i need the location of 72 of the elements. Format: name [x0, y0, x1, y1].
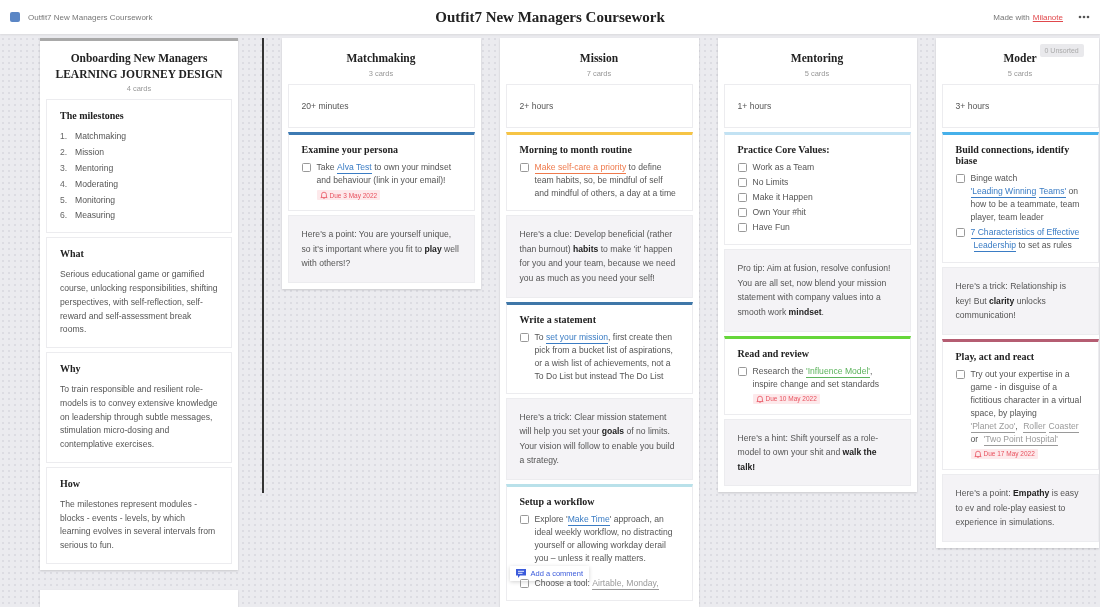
card-title: Examine your persona — [301, 144, 399, 156]
list-item: Monitoring — [75, 193, 116, 207]
task-text: Explore 'Make Time' approach, an ideal weekly workflow, no distracting yourself or allowing workday derail you – unless it really matters. — [534, 513, 674, 565]
list-item: Mentoring — [75, 161, 114, 175]
card-title: Why — [60, 363, 82, 375]
made-with-text: Made with — [993, 12, 1030, 22]
card-title: The milestones — [60, 110, 125, 122]
duration-text: 2+ hours — [519, 99, 555, 113]
card-text: To train responsible and resilient role-models is to convey extensive knowledge on leadership through subtle messages, stimulation micro-dosing and contemplative exercises. — [60, 383, 218, 452]
link[interactable]: Make self-care a priority — [534, 162, 627, 175]
column-title: Matchmaking — [345, 51, 417, 67]
task-text: No Limits — [752, 176, 789, 190]
card-text: The milestones represent modules - blocks - events - levels, by which learning evolves in several intervals from serious to fun. — [60, 497, 217, 553]
task-text: Research the 'Influence Model', inspire change and set standards — [752, 364, 881, 391]
card-title: What — [60, 248, 85, 260]
task-text: Take Alva Test to own your mindset and behaviour (link in your email)! — [316, 161, 453, 188]
link[interactable]: 'Leading Winning — [970, 186, 1037, 199]
column-title: Mission — [578, 51, 620, 66]
list-item: Matchmaking — [75, 130, 127, 143]
list-item: Moderating — [75, 177, 118, 191]
task-text: Try out your expertise in a game - in disguise of a fictitious character in a virtual space, by playing 'Planet Zoo', Roller Coaster or 'Two Point Hospital' — [970, 367, 1083, 446]
task-text: Own Your #hit — [752, 206, 806, 220]
column-title: Mentoring — [789, 51, 845, 67]
note-text: Here's a point: Empathy is easy to ev and role-play easiest to experience in simulations. — [955, 486, 1080, 530]
link[interactable]: Alva Test — [337, 162, 372, 175]
column-title: Moder — [1002, 51, 1038, 66]
link[interactable]: Airtable, Monday, — [592, 578, 659, 590]
duration-text: 20+ minutes — [301, 99, 350, 113]
list-item: Measuring — [75, 209, 116, 223]
link[interactable]: 'Two Point Hospital' — [983, 433, 1058, 446]
card-title: Write a statement — [519, 313, 597, 325]
link[interactable]: 'Influence Model' — [806, 365, 870, 378]
duration-text: 1+ hours — [737, 99, 773, 113]
card-text: Serious educational game or gamified course, unlocking responsibilities, shifting perspectives, with self-reflection, self-reward and self-assessment break rooms. — [60, 268, 218, 337]
list-number: 5. — [60, 193, 69, 207]
note-text: Here's a clue: Develop beneficial (rather than burnout) habits to make 'it' happen for you and your team, because we need you as much as you need your self! — [519, 228, 677, 285]
link[interactable]: Leadership — [973, 240, 1017, 253]
list-number: 1. — [60, 130, 69, 143]
card-title: Setup a workflow — [519, 496, 596, 507]
column-title: Onboarding New Managers LEARNING JOURNEY DESIGN — [54, 51, 224, 82]
link[interactable]: Roller — [1023, 420, 1046, 433]
task-text: Work as a Team — [752, 161, 815, 175]
brand-link[interactable]: Milanote — [1032, 12, 1063, 22]
task-text: Make self-care a priority to define team habits, so, be mindful of self and mindful of others, a day at a time — [534, 161, 677, 201]
note-text: Here's a trick: Clear mission statement will help you set your goals of no limits. Your vision will follow to enable you build a strategy. — [519, 410, 676, 468]
task-text: Binge watch 'Leading Winning Teams' on how to be a teammate, team player, team leader — [970, 172, 1081, 225]
card-title: Build connections, identify biase — [955, 144, 1071, 167]
link[interactable]: 'Planet Zoo' — [970, 420, 1016, 433]
note-text: Here's a hint: Shift yourself as a role-model to own your shit and walk the talk! — [737, 431, 880, 474]
list-number: 2. — [60, 145, 69, 159]
note-text: Here's a trick: Relationship is key! But clarity unlocks communication! — [955, 280, 1068, 323]
list-number: 3. — [60, 161, 69, 175]
link[interactable]: Coaster — [1048, 420, 1079, 433]
board-breadcrumb[interactable]: Outfit7 New Managers Coursework — [28, 12, 153, 22]
link[interactable]: Teams' — [1039, 186, 1067, 199]
list-number: 6. — [60, 209, 69, 223]
list-number: 4. — [60, 177, 69, 191]
card-title: Read and review — [737, 347, 810, 359]
card-title: Practice Core Values: — [737, 144, 831, 156]
duration-text: 3+ hours — [955, 99, 991, 113]
link[interactable]: 7 Characteristics of Effective — [970, 227, 1080, 240]
task-text: Make it Happen — [752, 191, 813, 205]
card-title: How — [60, 477, 81, 489]
task-text: Have Fun — [752, 221, 790, 235]
note-text: Here's a point: You are yourself unique, so it's important where you fit to play well with others!? — [301, 228, 460, 271]
card-title: Morning to month routine — [519, 144, 633, 156]
list-item: Mission — [75, 145, 105, 159]
task-text: 7 Characteristics of Effective Leadership to set as rules — [970, 226, 1081, 253]
board-title: Outfit7 New Managers Coursework — [435, 8, 665, 26]
task-text: To set your mission, first create then pick from a bucket list of aspirations, or a wish list of achievements, not a To Do List but instead The Do List — [534, 330, 674, 383]
note-text: Pro tip: Aim at fusion, resolve confusion! You are all set, now blend your mission statement with company values into a smooth work mindset. — [737, 262, 892, 319]
card-title: Play, act and react — [955, 350, 1036, 362]
